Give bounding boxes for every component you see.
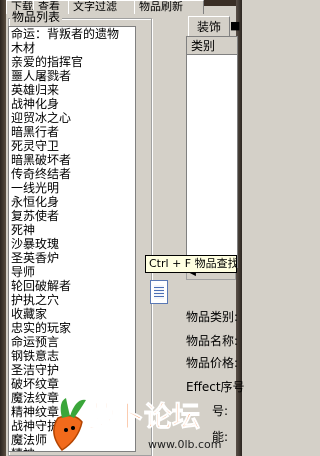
item-price-label: 物品价格:: [186, 356, 239, 370]
list-item[interactable]: 木材: [9, 41, 135, 55]
list-item[interactable]: 传奇终结者: [9, 167, 135, 181]
list-item[interactable]: 钢铁意志: [9, 349, 135, 363]
item-list-title: 物品列表: [10, 10, 63, 24]
list-item[interactable]: 噩人屠戮者: [9, 69, 135, 83]
search-tooltip: Ctrl + F 物品查找: [145, 255, 237, 273]
carrot-icon: [53, 398, 86, 451]
logo-text: 萝卜论坛: [88, 400, 200, 433]
tab-decoration[interactable]: 装饰: [188, 16, 230, 37]
list-item[interactable]: 圣英香炉: [9, 251, 135, 265]
list-item[interactable]: 死灵守卫: [9, 139, 135, 153]
list-item[interactable]: 英雄归来: [9, 83, 135, 97]
tab-text-filter[interactable]: 文字过滤: [68, 0, 138, 14]
tab-other[interactable]: ■: [230, 16, 240, 36]
list-item[interactable]: 复苏使者: [9, 209, 135, 223]
scrollbar-thumb[interactable]: [154, 285, 164, 299]
list-item[interactable]: 圣洁守护: [9, 363, 135, 377]
tab-item-refresh[interactable]: 物品刷新: [134, 0, 204, 14]
list-item[interactable]: 迎贸冰之心: [9, 111, 135, 125]
forum-logo: 萝卜论坛 www.0lb.com: [53, 398, 222, 451]
list-item[interactable]: 永恒化身: [9, 195, 135, 209]
logo-url: www.0lb.com: [148, 438, 222, 451]
window-left-edge: [0, 0, 6, 456]
list-item[interactable]: 沙暴玫瑰: [9, 237, 135, 251]
list-item[interactable]: 一线光明: [9, 181, 135, 195]
list-item[interactable]: 亲爱的指挥官: [9, 55, 135, 69]
list-item[interactable]: 忠实的玩家: [9, 321, 135, 335]
category-list[interactable]: 类别: [186, 36, 238, 268]
list-item[interactable]: 战神化身: [9, 97, 135, 111]
list-item[interactable]: 导师: [9, 265, 135, 279]
list-item[interactable]: 命运：背叛者的遗物: [9, 27, 135, 41]
item-name-label: 物品名称:: [186, 334, 239, 348]
list-item[interactable]: 轮回破解者: [9, 279, 135, 293]
list-item[interactable]: 收藏家: [9, 307, 135, 321]
column-header-category[interactable]: 类别: [187, 37, 237, 55]
list-item[interactable]: 暗黑破坏者: [9, 153, 135, 167]
list-item[interactable]: 死神: [9, 223, 135, 237]
list-item[interactable]: 命运预言: [9, 335, 135, 349]
list-scrollbar[interactable]: [150, 280, 168, 304]
item-category-label: 物品类别:: [186, 310, 239, 324]
list-item[interactable]: 护执之穴: [9, 293, 135, 307]
list-item[interactable]: 暗黑行者: [9, 125, 135, 139]
